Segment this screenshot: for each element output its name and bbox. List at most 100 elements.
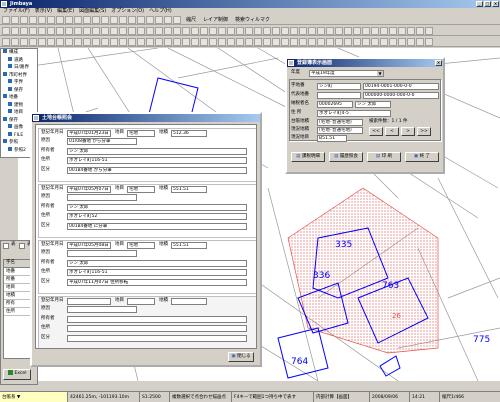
ledger-chimoku-field[interactable]: 宅地 [127,130,155,137]
toolbar1-icon[interactable] [101,15,109,24]
ledger-owner-field[interactable]: シン 太郎 [67,204,247,211]
zoom-label[interactable]: 縮尺 [186,16,196,23]
tb2-icon[interactable] [137,26,145,35]
ledger-date-field[interactable]: 平成07年01月23日 [67,130,111,137]
parcel-763[interactable]: 763 [382,281,399,291]
check-2[interactable] [19,243,25,249]
toolbar1-icon[interactable] [119,15,127,24]
cho-code-field[interactable]: 00194-0001-000-0-0 [363,83,439,90]
tree-item[interactable]: 保存 [1,86,37,95]
tb2-icon[interactable] [29,26,37,35]
menu-help[interactable]: ヘルプ(H) [149,8,172,15]
toolbar1-icon[interactable] [38,15,46,24]
tb2-icon[interactable] [308,26,316,35]
tb2-icon[interactable] [380,26,388,35]
print-button[interactable]: ▤ 印 刷 [367,152,401,162]
menu-edit[interactable]: 編集(E) [57,8,74,15]
tree-item[interactable]: 日/路界 [1,64,37,72]
tb2-icon[interactable] [245,26,253,35]
status-layer[interactable]: 台帳系 ▼ [0,392,68,402]
tb3-icon[interactable] [326,37,334,46]
chiban-field[interactable] [317,92,361,99]
tb3-icon[interactable] [182,37,190,46]
ledger-chimoku-field[interactable]: 宅地 [127,186,155,193]
ledger-addr-field[interactable]: ホオレイ町52 [67,213,247,220]
toolbar1-icon[interactable] [47,15,55,24]
tb3-icon[interactable] [353,37,361,46]
tb2-icon[interactable] [371,26,379,35]
tb3-icon[interactable] [146,37,154,46]
tb2-icon[interactable] [272,26,280,35]
year-select[interactable]: 平成19年度 ▼ [309,70,384,77]
ledger-owner-field[interactable]: シン 太郎 [67,148,247,155]
ledger-close-button[interactable]: ▣ 閉じる [228,352,254,362]
parcel-336[interactable]: 336 [313,271,330,281]
ledger-date-field[interactable] [67,298,111,305]
exit-button[interactable]: ▣ 終 了 [405,152,439,162]
ledger-kubun-field[interactable]: 00184番地 に分筆 [67,223,247,230]
ledger-owner-field[interactable]: シン 太郎 [67,260,247,267]
toolbar1-icon[interactable] [2,15,10,24]
parcel-764[interactable]: 764 [291,357,308,367]
tb2-icon[interactable] [164,26,172,35]
search-close-x[interactable]: × [435,60,442,66]
excel-button[interactable]: Excel [3,369,31,380]
nav-first-button[interactable]: << [369,127,383,136]
close-button[interactable]: × [492,1,499,7]
tb3-icon[interactable] [254,37,262,46]
tb2-icon[interactable] [263,26,271,35]
tb3-icon[interactable] [299,37,307,46]
owner-name-field[interactable]: シン 太郎 [355,101,391,108]
tb3-icon[interactable] [227,37,235,46]
tb3-icon[interactable] [128,37,136,46]
tb3-icon[interactable] [362,37,370,46]
toolbar1-icon[interactable] [164,15,172,24]
tb3-icon[interactable] [101,37,109,46]
search-macro-button[interactable]: 検索ウィルマク [235,16,270,23]
menu-view[interactable]: 表示(V) [35,8,52,15]
tb2-icon[interactable] [236,26,244,35]
tb3-icon[interactable] [11,37,19,46]
ledger-addr-field[interactable]: ホオレイ町116-51 [67,157,247,164]
tb2-icon[interactable] [38,26,46,35]
tb2-icon[interactable] [254,26,262,35]
tb3-icon[interactable] [110,37,118,46]
tb3-icon[interactable] [335,37,343,46]
toolbar1-icon[interactable] [29,15,37,24]
nav-prev-button[interactable]: < [385,127,399,136]
tb3-icon[interactable] [2,37,10,46]
nav-last-button[interactable]: >> [417,127,431,136]
toolbar1-icon[interactable] [137,15,145,24]
tree-item[interactable]: 市町村界 [1,71,37,80]
tb2-icon[interactable] [389,26,397,35]
tb3-icon[interactable] [137,37,145,46]
tb2-icon[interactable] [74,26,82,35]
parcel-26[interactable]: 26 [392,312,401,320]
tb3-icon[interactable] [272,37,280,46]
tree-item[interactable]: 道路 [1,56,37,65]
tb3-icon[interactable] [416,37,424,46]
ledger-chimoku-field[interactable] [127,298,155,305]
tree-item[interactable]: 地番 [1,94,37,102]
tb3-icon[interactable] [47,37,55,46]
tb2-icon[interactable] [146,26,154,35]
tb2-icon[interactable] [281,26,289,35]
tb2-icon[interactable] [101,26,109,35]
ledger-reason-field[interactable]: 01/08番地 から分筆 [67,138,137,145]
owner-code-field[interactable]: 00002695 [317,101,353,108]
ledger-owner-field[interactable] [67,316,247,323]
toolbar1-icon[interactable] [92,15,100,24]
tb2-icon[interactable] [326,26,334,35]
chiban-code-field[interactable]: 000000-0000-000-0-0 [363,92,439,99]
tb3-icon[interactable] [119,37,127,46]
ledger-chimoku-field[interactable]: 宅地 [127,242,155,249]
tb3-icon[interactable] [155,37,163,46]
minimize-button[interactable]: _ [476,1,483,7]
tb3-icon[interactable] [164,37,172,46]
tb2-icon[interactable] [128,26,136,35]
ledger-kubun-field[interactable] [67,335,247,342]
tb3-icon[interactable] [56,37,64,46]
ledger-reason-field[interactable] [67,250,137,257]
ledger-area-field[interactable]: 512.36 [171,130,207,137]
tb3-icon[interactable] [281,37,289,46]
